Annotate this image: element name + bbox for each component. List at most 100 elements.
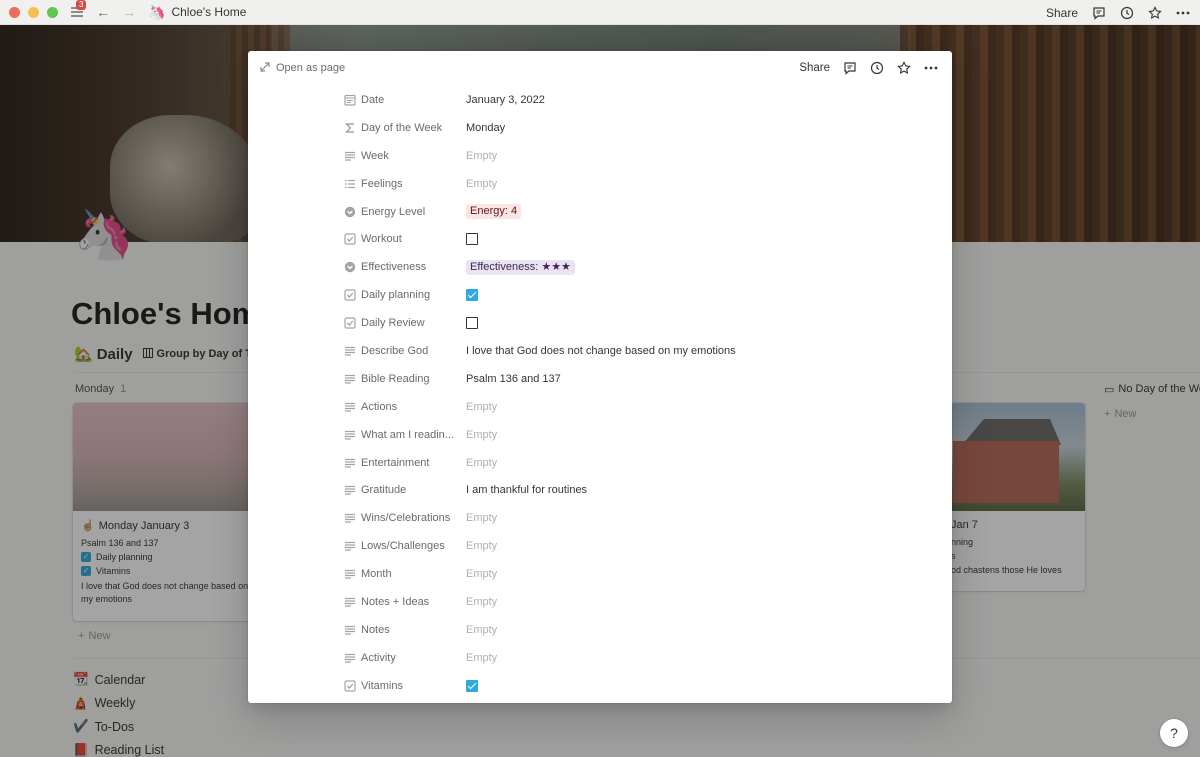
history-clock-icon[interactable]: [1120, 6, 1134, 20]
property-name-entertainment[interactable]: Entertainment: [343, 456, 466, 469]
property-name-vitamins[interactable]: Vitamins: [343, 679, 466, 692]
property-text: Monday: [466, 121, 506, 134]
breadcrumb-page-title[interactable]: Chloe's Home: [171, 5, 246, 19]
empty-placeholder: Empty: [466, 149, 498, 162]
property-row-month: Month Empty: [343, 560, 903, 588]
property-value-daily-planning[interactable]: [466, 289, 478, 302]
property-value-wins-celebrations[interactable]: Empty: [466, 512, 497, 524]
empty-placeholder: Empty: [466, 456, 498, 469]
property-row-day-of-the-week: Day of the Week Monday: [343, 114, 903, 142]
property-name-energy-level[interactable]: Energy Level: [343, 205, 466, 218]
property-row-activity: Activity Empty: [343, 644, 903, 672]
property-value-describe-god[interactable]: I love that God does not change based on…: [466, 345, 736, 357]
property-value-vitamins[interactable]: [466, 679, 478, 692]
property-value-day-of-the-week[interactable]: Monday: [466, 122, 505, 134]
property-row-vitamins: Vitamins: [343, 672, 903, 700]
minimize-window-button[interactable]: [28, 6, 39, 18]
maximize-window-button[interactable]: [47, 6, 58, 18]
share-button[interactable]: Share: [1046, 6, 1078, 20]
back-arrow-icon[interactable]: ←: [96, 4, 110, 20]
text-icon: [343, 400, 356, 413]
property-value-daily-review[interactable]: [466, 317, 478, 330]
checkbox-unchecked[interactable]: [466, 233, 478, 246]
property-value-entertainment[interactable]: Empty: [466, 457, 497, 469]
property-value-gratitude[interactable]: I am thankful for routines: [466, 484, 587, 496]
modal-share-button[interactable]: Share: [799, 62, 830, 74]
property-name-effectiveness[interactable]: Effectiveness: [343, 261, 466, 274]
property-label: Describe God: [361, 344, 429, 357]
property-row-what-am-i-readin: What am I readin... Empty: [343, 421, 903, 449]
property-row-entertainment: Entertainment Empty: [343, 449, 903, 477]
property-name-date[interactable]: Date: [343, 93, 466, 106]
property-name-day-of-the-week[interactable]: Day of the Week: [343, 121, 466, 134]
property-text: I am thankful for routines: [466, 484, 588, 497]
more-options-icon[interactable]: [1176, 11, 1190, 15]
property-name-feelings[interactable]: Feelings: [343, 177, 466, 190]
property-value-activity[interactable]: Empty: [466, 652, 497, 664]
property-name-bible-reading[interactable]: Bible Reading: [343, 372, 466, 385]
property-name-what-am-i-readin[interactable]: What am I readin...: [343, 428, 466, 441]
property-name-notes[interactable]: Notes: [343, 623, 466, 636]
help-button[interactable]: ?: [1160, 719, 1188, 747]
favorite-star-icon[interactable]: [1148, 5, 1162, 20]
forward-arrow-icon[interactable]: →: [122, 4, 136, 20]
checkbox-icon: [343, 289, 356, 302]
property-row-wins-celebrations: Wins/Celebrations Empty: [343, 504, 903, 532]
property-row-daily-planning: Daily planning: [343, 281, 903, 309]
property-row-lows-challenges: Lows/Challenges Empty: [343, 532, 903, 560]
open-as-page-button[interactable]: Open as page: [260, 61, 345, 75]
property-value-bible-reading[interactable]: Psalm 136 and 137: [466, 373, 561, 385]
property-label: Feelings: [361, 177, 403, 190]
property-label: Actions: [361, 400, 398, 413]
property-value-lows-challenges[interactable]: Empty: [466, 540, 497, 552]
property-value-notes[interactable]: Empty: [466, 624, 497, 636]
checkbox-checked[interactable]: [466, 679, 478, 692]
checkbox-checked[interactable]: [466, 289, 478, 302]
property-name-daily-planning[interactable]: Daily planning: [343, 289, 466, 302]
select-icon: [343, 261, 356, 274]
property-label: What am I readin...: [361, 428, 454, 441]
property-label: Effectiveness: [361, 261, 427, 274]
property-value-effectiveness[interactable]: Effectiveness: ★★★: [466, 259, 575, 275]
property-value-week[interactable]: Empty: [466, 150, 497, 162]
property-value-workout[interactable]: [466, 233, 478, 246]
property-label: Bible Reading: [361, 372, 430, 385]
property-name-wins-celebrations[interactable]: Wins/Celebrations: [343, 512, 466, 525]
property-row-bible-reading: Bible Reading Psalm 136 and 137: [343, 365, 903, 393]
property-text: Psalm 136 and 137: [466, 372, 561, 385]
history-clock-icon[interactable]: [870, 61, 884, 75]
property-label: Daily planning: [361, 289, 431, 302]
property-row-notes: Notes Empty: [343, 616, 903, 644]
property-value-date[interactable]: January 3, 2022: [466, 94, 545, 106]
comment-icon[interactable]: [843, 61, 857, 75]
select-tag: Effectiveness: ★★★: [466, 259, 575, 275]
close-window-button[interactable]: [9, 6, 20, 18]
text-icon: [343, 540, 356, 553]
property-name-actions[interactable]: Actions: [343, 400, 466, 413]
property-value-month[interactable]: Empty: [466, 568, 497, 580]
comment-icon[interactable]: [1092, 6, 1106, 20]
property-row-actions: Actions Empty: [343, 393, 903, 421]
property-value-actions[interactable]: Empty: [466, 401, 497, 413]
property-value-what-am-i-readin[interactable]: Empty: [466, 429, 497, 441]
empty-placeholder: Empty: [466, 512, 498, 525]
property-name-lows-challenges[interactable]: Lows/Challenges: [343, 540, 466, 553]
property-name-daily-review[interactable]: Daily Review: [343, 317, 466, 330]
property-value-notes-ideas[interactable]: Empty: [466, 596, 497, 608]
property-name-week[interactable]: Week: [343, 149, 466, 162]
property-value-feelings[interactable]: Empty: [466, 178, 497, 190]
checkbox-unchecked[interactable]: [466, 317, 478, 330]
property-name-activity[interactable]: Activity: [343, 651, 466, 664]
property-label: Week: [361, 149, 389, 162]
property-name-gratitude[interactable]: Gratitude: [343, 484, 466, 497]
property-value-energy-level[interactable]: Energy: 4: [466, 204, 522, 219]
property-name-month[interactable]: Month: [343, 568, 466, 581]
property-name-describe-god[interactable]: Describe God: [343, 344, 466, 357]
favorite-star-icon[interactable]: [897, 61, 911, 75]
property-row-feelings: Feelings Empty: [343, 170, 903, 198]
property-name-workout[interactable]: Workout: [343, 233, 466, 246]
text-icon: [343, 651, 356, 664]
more-options-icon[interactable]: [924, 66, 938, 70]
property-name-notes-ideas[interactable]: Notes + Ideas: [343, 595, 466, 608]
sidebar-menu-icon[interactable]: 3: [70, 0, 87, 18]
